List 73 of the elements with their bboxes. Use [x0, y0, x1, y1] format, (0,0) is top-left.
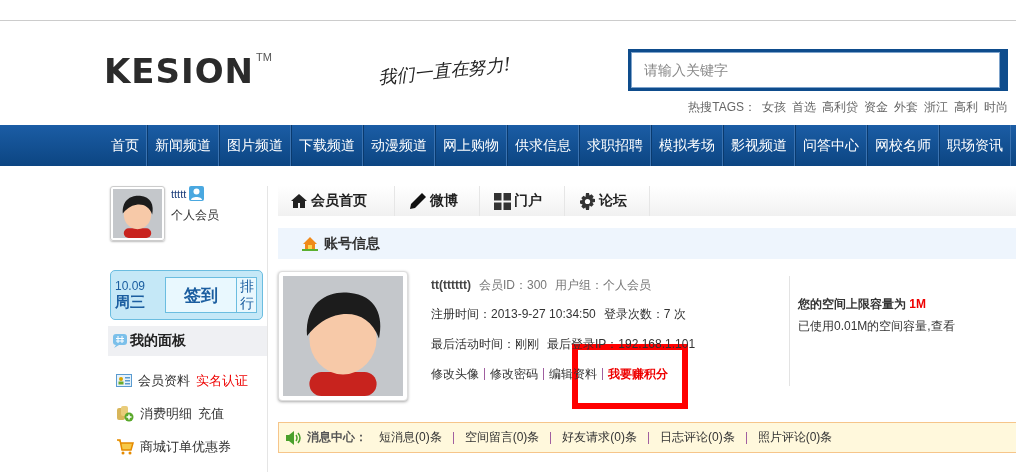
coins-icon	[116, 405, 134, 422]
nav-link[interactable]: 首页	[104, 125, 147, 166]
hot-tags-label: 热搜TAGS：	[688, 99, 756, 116]
nav-link[interactable]: 职场资讯	[939, 125, 1011, 166]
message-link[interactable]: 好友请求(0)条	[562, 429, 637, 446]
sign-in-button[interactable]: 签到	[165, 277, 237, 313]
grid-icon	[494, 192, 511, 210]
nav-link[interactable]: 新闻频道	[147, 125, 219, 166]
tab[interactable]: 会员首页	[278, 186, 395, 216]
message-center-title: 消息中心：	[307, 429, 367, 446]
avatar-icon	[113, 189, 162, 238]
tab[interactable]: 门户	[480, 186, 565, 216]
shopping-cart-icon	[116, 438, 134, 455]
nav-link[interactable]: 问答中心	[795, 125, 867, 166]
tab[interactable]: 微博	[395, 186, 480, 216]
avatar-icon	[283, 276, 403, 396]
pencil-icon	[409, 192, 427, 210]
quota-limit-text: 您的空间上限容量为 1M	[798, 296, 927, 313]
panel-link[interactable]: 实名认证	[196, 371, 248, 390]
registration-time: 注册时间：2013-9-27 10:34:50	[431, 305, 596, 323]
trademark-mark: TM	[256, 51, 272, 63]
message-link[interactable]: 空间留言(0)条	[464, 429, 540, 446]
user-group: 用户组：个人会员	[555, 276, 651, 294]
user-name: ttttt	[171, 187, 187, 200]
profile-link[interactable]: 我要赚积分	[608, 365, 668, 383]
panel-title: 我的面板	[130, 332, 186, 350]
date-text: 10.09	[115, 278, 146, 293]
user-profile-icon	[189, 186, 205, 201]
house-icon	[302, 236, 318, 251]
tag-link[interactable]: 高利贷	[822, 99, 858, 116]
id-card-icon	[116, 374, 132, 387]
tag-link[interactable]: 首选	[792, 99, 816, 116]
tag-link[interactable]: 外套	[894, 99, 918, 116]
panel-link[interactable]: 会员资料	[138, 371, 190, 390]
user-name: tt(tttttt)	[431, 278, 471, 292]
nav-link[interactable]: 网校名师	[867, 125, 939, 166]
panel-link[interactable]: 商城订单优惠券	[140, 437, 231, 456]
nav-link[interactable]: 网上购物	[435, 125, 507, 166]
nav-link[interactable]: 模拟考场	[651, 125, 723, 166]
nav-link[interactable]: 下载频道	[291, 125, 363, 166]
profile-link[interactable]: 修改密码	[490, 365, 538, 383]
tag-link[interactable]: 女孩	[762, 99, 786, 116]
nav-link[interactable]: 影视频道	[723, 125, 795, 166]
login-count: 登录次数：7 次	[603, 305, 686, 323]
nav-link[interactable]: 动漫频道	[363, 125, 435, 166]
panel-link[interactable]: 消费明细	[140, 404, 192, 423]
search-field[interactable]: 请输入关键字	[628, 49, 1008, 91]
gear-icon	[579, 192, 596, 210]
weekday-text: 周三	[115, 292, 146, 312]
tag-link[interactable]: 浙江	[924, 99, 948, 116]
logo[interactable]: KESION	[104, 51, 255, 91]
hash-chat-icon	[112, 333, 128, 349]
tag-link[interactable]: 时尚	[984, 99, 1008, 116]
member-id: 会员ID：300	[478, 276, 547, 294]
section-title: 账号信息	[324, 234, 380, 253]
tag-link[interactable]: 资金	[864, 99, 888, 116]
profile-link[interactable]: 修改头像	[431, 365, 479, 383]
message-link[interactable]: 日志评论(0)条	[660, 429, 735, 446]
member-group: 个人会员	[171, 207, 219, 224]
speaker-icon	[285, 430, 301, 445]
nav-link[interactable]: 图片频道	[219, 125, 291, 166]
panel-link[interactable]: 充值	[198, 404, 224, 423]
home-icon	[290, 193, 308, 209]
slogan: 我们一直在努力!	[377, 52, 513, 90]
message-link[interactable]: 短消息(0)条	[379, 429, 442, 446]
nav-link[interactable]: 求职招聘	[579, 125, 651, 166]
message-link[interactable]: 照片评论(0)条	[757, 429, 833, 446]
tag-link[interactable]: 高利	[954, 99, 978, 116]
tab[interactable]: 论坛	[565, 186, 650, 216]
quota-used-text: 已使用0.01M的空间容量,查看	[798, 318, 955, 335]
ranking-button[interactable]: 排行	[237, 277, 257, 313]
nav-link[interactable]: 供求信息	[507, 125, 579, 166]
last-activity-time: 最后活动时间：刚刚	[431, 335, 539, 353]
